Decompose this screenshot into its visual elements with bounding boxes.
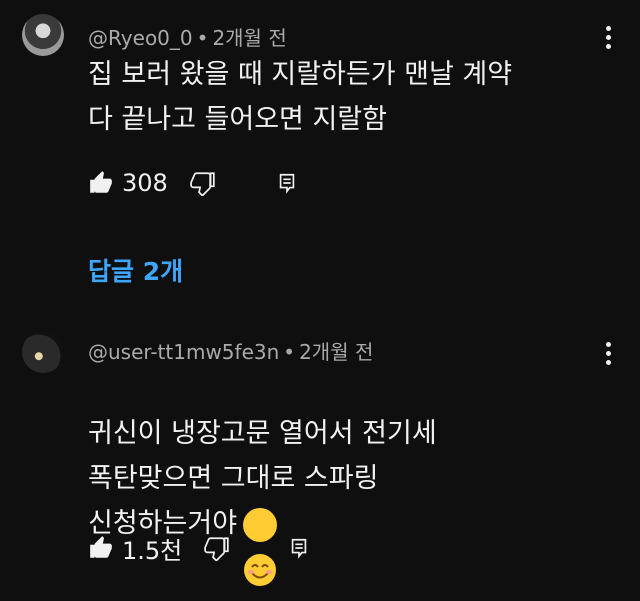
meta-separator: • xyxy=(196,26,209,50)
reply-icon[interactable] xyxy=(288,537,310,563)
view-replies-link[interactable]: 답글 2개 xyxy=(88,252,183,288)
more-vert-icon[interactable] xyxy=(606,26,612,53)
smiling-face-emoji-icon xyxy=(243,507,278,586)
thumbs-up-icon[interactable] xyxy=(88,535,114,561)
thumbs-down-icon[interactable] xyxy=(190,170,216,197)
comment-meta: @Ryeo0_0 • 2개월 전 xyxy=(88,22,287,51)
author-name[interactable]: @Ryeo0_0 xyxy=(88,26,193,50)
avatar[interactable] xyxy=(22,14,64,56)
comment-text: 집 보러 왔을 때 지랄하든가 맨날 계약 다 끝나고 들어오면 지랄함 xyxy=(88,59,513,135)
avatar[interactable] xyxy=(22,331,64,373)
author-name[interactable]: @user-tt1mw5fe3n xyxy=(88,340,279,364)
thumbs-up-icon[interactable] xyxy=(88,170,114,196)
like-count: 308 xyxy=(122,169,168,197)
like-count: 1.5천 xyxy=(122,536,183,565)
comment-meta: @user-tt1mw5fe3n • 2개월 전 xyxy=(88,336,373,365)
comment-text: 귀신이 냉장고문 열어서 전기세 폭탄맞으면 그대로 스파링 신청하는거야 xyxy=(88,366,588,586)
meta-separator: • xyxy=(283,340,296,364)
comment-actions: 308 xyxy=(88,168,216,198)
comment-time: 2개월 전 xyxy=(212,26,287,50)
comment-time: 2개월 전 xyxy=(299,340,374,364)
more-vert-icon[interactable] xyxy=(606,342,612,369)
thumbs-down-icon[interactable] xyxy=(204,535,230,562)
comment-actions: 1.5천 xyxy=(88,533,230,565)
reply-icon[interactable] xyxy=(276,172,298,198)
